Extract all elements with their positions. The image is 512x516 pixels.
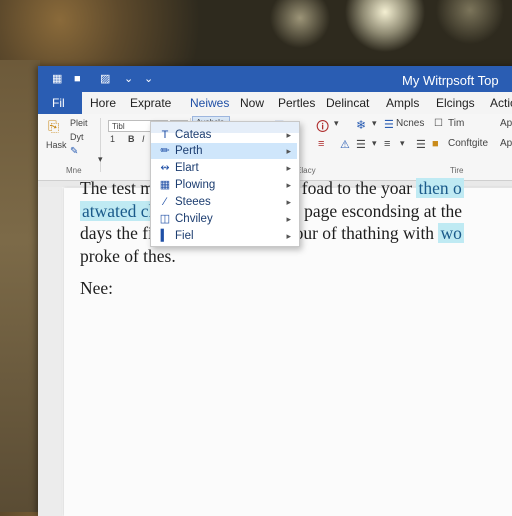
checkbox-icon[interactable]: ☐ bbox=[434, 118, 443, 129]
lines-icon[interactable]: ☰ bbox=[356, 138, 366, 151]
chevron-right-icon: ▸ bbox=[286, 130, 291, 140]
text-effects-icon[interactable]: ❄ bbox=[356, 118, 366, 132]
hask-label[interactable]: Hask bbox=[46, 140, 67, 150]
menu-item-fiel[interactable]: ▍ Fiel ▸ bbox=[151, 228, 297, 244]
text-line: proke of thes. bbox=[80, 245, 176, 266]
tab-now[interactable]: Now bbox=[240, 96, 264, 110]
configure-label[interactable]: Conftgite bbox=[448, 138, 488, 149]
menu-item-steees[interactable]: ∕ Steees ▸ bbox=[151, 194, 297, 210]
highlight-icon[interactable]: ■ bbox=[432, 138, 439, 150]
pen-icon: ✏ bbox=[160, 145, 170, 157]
warning-icon[interactable]: ⚠ bbox=[340, 138, 350, 151]
tab-home[interactable]: Hore bbox=[90, 96, 116, 110]
tab-elcings[interactable]: Elcings bbox=[436, 96, 475, 110]
tim-label[interactable]: Tim bbox=[448, 118, 464, 129]
chevron-right-icon: ▸ bbox=[286, 146, 291, 156]
menu-item-label: Cateas bbox=[175, 129, 212, 141]
tab-pertles[interactable]: Pertles bbox=[278, 96, 315, 110]
menu-item-label: Perth bbox=[175, 145, 203, 157]
tab-neiwes[interactable]: Neiwes bbox=[190, 96, 229, 110]
ribbon-tabs: Fil Hore Exprate Neiwes Now Pertles Deli… bbox=[38, 92, 512, 115]
list-icon[interactable]: ☰ bbox=[384, 118, 394, 131]
column-icon: ▍ bbox=[160, 230, 170, 242]
grid-icon: ▦ bbox=[159, 179, 171, 191]
chevron-right-icon: ▸ bbox=[286, 197, 291, 207]
menu-item-cateas[interactable]: T Cateas ▸ bbox=[151, 127, 297, 143]
chevron-right-icon: ▸ bbox=[286, 163, 291, 173]
sort-icon[interactable]: ☰ bbox=[416, 138, 426, 151]
tab-file[interactable]: Fil bbox=[38, 92, 82, 114]
menu-item-label: Plowing bbox=[175, 179, 216, 191]
title-bar: ▦ ■ ▨ ⌄ ⌄ My Witrpsoft Top bbox=[38, 66, 512, 92]
chevron-right-icon: ▸ bbox=[286, 214, 291, 224]
chevron-right-icon: ▸ bbox=[286, 231, 291, 241]
format-painter-icon[interactable]: ✎ bbox=[70, 146, 78, 157]
menu-item-label: Steees bbox=[175, 196, 211, 208]
dropdown-arrow-icon[interactable]: ▾ bbox=[372, 118, 377, 129]
notes-label[interactable]: Ncnes bbox=[396, 118, 424, 129]
menu-item-perth[interactable]: ✏ Perth ▸ bbox=[151, 143, 297, 159]
background-left bbox=[0, 60, 40, 512]
italic-icon[interactable]: I bbox=[142, 134, 145, 144]
dropdown-arrow-icon[interactable]: ▾ bbox=[400, 138, 405, 149]
dropdown-arrow-icon[interactable]: ▾ bbox=[334, 118, 339, 129]
menu-item-label: Chviley bbox=[175, 213, 213, 225]
font-size-value[interactable]: 1 bbox=[110, 134, 115, 144]
menu-item-chviley[interactable]: ◫ Chviley ▸ bbox=[151, 211, 297, 227]
tab-actic[interactable]: Actic bbox=[490, 96, 512, 110]
chart-icon[interactable]: 🛈 bbox=[316, 118, 329, 140]
tab-delincat[interactable]: Delincat bbox=[326, 96, 369, 110]
book-icon[interactable]: ▨ bbox=[100, 73, 110, 85]
save-icon[interactable]: ■ bbox=[74, 73, 81, 85]
paste-label[interactable]: Pleit bbox=[70, 118, 88, 128]
menu-item-plowing[interactable]: ▦ Plowing ▸ bbox=[151, 177, 297, 193]
text-icon: T bbox=[161, 129, 169, 141]
dropdown-arrow-icon[interactable]: ▾ bbox=[98, 154, 103, 165]
menu-item-label: Elart bbox=[175, 162, 199, 174]
chevron-down-icon[interactable]: ⌄ bbox=[124, 73, 133, 85]
paste-icon[interactable]: ⎘ bbox=[48, 118, 59, 135]
clipboard-group-label: Mne bbox=[66, 166, 82, 175]
left-margin bbox=[38, 187, 62, 516]
highlighted-word: then o bbox=[416, 178, 464, 198]
text-line: Nee: bbox=[80, 278, 114, 298]
apply-label-2[interactable]: Apl bbox=[500, 138, 512, 149]
chart-icon: ↭ bbox=[160, 162, 170, 174]
grid-icon[interactable]: ▦ bbox=[52, 73, 62, 85]
align-center-icon[interactable]: ≡ bbox=[318, 138, 324, 150]
dropdown-arrow-icon[interactable]: ▾ bbox=[372, 138, 377, 149]
chevron-right-icon: ▸ bbox=[286, 180, 291, 190]
brush-icon: ∕ bbox=[164, 196, 166, 208]
menu-item-label: Fiel bbox=[175, 230, 194, 242]
chevron-down-icon[interactable]: ⌄ bbox=[144, 73, 153, 85]
cut-label[interactable]: Dyt bbox=[70, 132, 84, 142]
highlighted-word: wo bbox=[438, 223, 464, 243]
tab-ampls[interactable]: Ampls bbox=[386, 96, 419, 110]
paragraph-icon[interactable]: ≡ bbox=[384, 138, 390, 150]
layout-icon: ◫ bbox=[159, 213, 171, 225]
window-title: My Witrpsoft Top bbox=[402, 73, 499, 88]
tab-exprate[interactable]: Exprate bbox=[130, 96, 171, 110]
apply-label[interactable]: Apl bbox=[500, 118, 512, 129]
insert-dropdown-menu: T Cateas ▸ ✏ Perth ▸ ↭ Elart ▸ ▦ Plowing… bbox=[150, 121, 300, 247]
menu-item-elart[interactable]: ↭ Elart ▸ bbox=[151, 160, 297, 176]
bold-icon[interactable]: B bbox=[128, 134, 135, 144]
tire-label: Tire bbox=[450, 166, 464, 175]
